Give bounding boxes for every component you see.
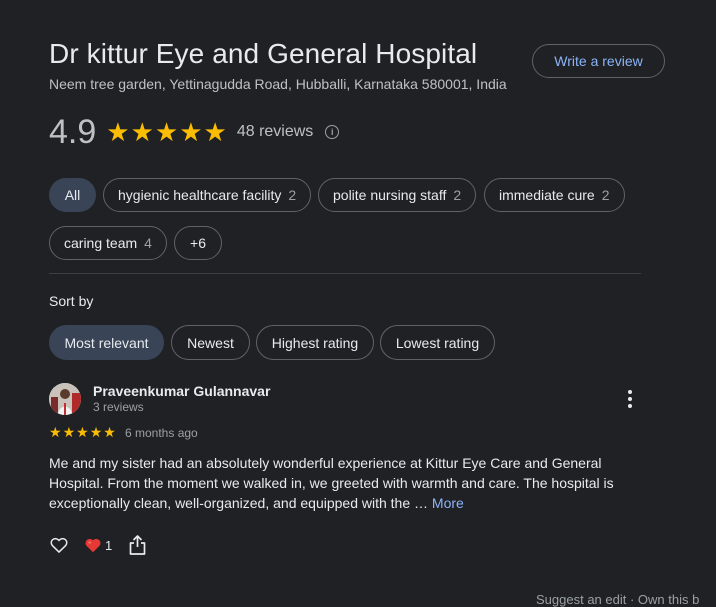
topic-chip-label: All	[64, 187, 81, 203]
write-review-button[interactable]: Write a review	[532, 44, 665, 78]
sort-option-label: Highest rating	[271, 334, 359, 351]
topic-chip-label: +6	[190, 235, 206, 251]
avatar[interactable]	[49, 383, 81, 415]
review-count: 48 reviews	[236, 123, 314, 140]
reaction-count: 1	[105, 538, 113, 553]
topic-chip-hygienic-healthcare-facility[interactable]: hygienic healthcare facility 2	[103, 178, 312, 212]
reviewer-name[interactable]: Praveenkumar Gulannavar	[93, 383, 270, 399]
topic-chip-immediate-cure[interactable]: immediate cure 2	[484, 178, 625, 212]
topic-chip-count: 2	[288, 187, 297, 203]
review-text: Me and my sister had an absolutely wonde…	[49, 453, 629, 513]
reviewer-review-count: 3 reviews	[93, 400, 144, 414]
topic-chip-label: immediate cure	[499, 187, 595, 203]
sort-newest[interactable]: Newest	[171, 325, 250, 360]
heart-icon[interactable]	[84, 537, 102, 553]
star-icon: ★	[203, 117, 227, 147]
sort-option-label: Most relevant	[64, 334, 149, 351]
topic-chip-polite-nursing-staff[interactable]: polite nursing staff 2	[318, 178, 477, 212]
star-icon: ★	[179, 117, 203, 147]
topic-chip-count: 2	[601, 187, 610, 203]
rating-value: 4.9	[49, 112, 97, 151]
star-icon: ★	[106, 117, 130, 147]
topic-chip-label: polite nursing staff	[333, 187, 447, 203]
topic-chip-count: 2	[453, 187, 462, 203]
star-icon: ★	[62, 424, 76, 440]
rating-stars: ★ ★ ★ ★ ★	[106, 119, 227, 145]
star-icon: ★	[154, 117, 179, 147]
star-icon: ★	[76, 424, 89, 440]
info-icon[interactable]: i	[325, 125, 340, 139]
sort-option-label: Newest	[187, 334, 234, 351]
star-icon: ★	[89, 424, 103, 440]
sort-highest-rating[interactable]: Highest rating	[256, 325, 374, 360]
share-icon[interactable]	[129, 535, 146, 555]
sort-label: Sort by	[49, 293, 94, 309]
topic-chip-label: caring team	[64, 235, 138, 251]
star-icon: ★	[130, 117, 154, 147]
star-icon: ★	[103, 424, 116, 440]
topic-chip-count: 4	[144, 235, 152, 251]
place-title: Dr kittur Eye and General Hospital	[49, 38, 478, 69]
topic-chip-more[interactable]: +6	[174, 226, 222, 260]
sort-option-label: Lowest rating	[395, 334, 480, 351]
review-body: Me and my sister had an absolutely wonde…	[49, 455, 614, 511]
avatar-image	[49, 383, 81, 415]
review-time: 6 months ago	[125, 426, 198, 440]
more-link[interactable]: More	[432, 495, 464, 511]
sort-lowest-rating[interactable]: Lowest rating	[380, 325, 495, 360]
topic-chip-label: hygienic healthcare facility	[118, 187, 282, 203]
star-icon: ★	[49, 424, 62, 440]
divider	[49, 273, 641, 274]
place-address: Neem tree garden, Yettinagudda Road, Hub…	[49, 76, 507, 92]
rating-summary: 4.9 ★ ★ ★ ★ ★ 48 reviews i	[49, 112, 340, 152]
topic-chip-all[interactable]: All	[49, 178, 96, 212]
sort-most-relevant[interactable]: Most relevant	[49, 325, 164, 360]
thumbs-up-icon[interactable]	[49, 535, 69, 555]
topic-chip-caring-team[interactable]: caring team 4	[49, 226, 167, 260]
more-vert-icon[interactable]	[620, 388, 640, 410]
review-stars: ★ ★ ★ ★ ★	[49, 425, 116, 439]
